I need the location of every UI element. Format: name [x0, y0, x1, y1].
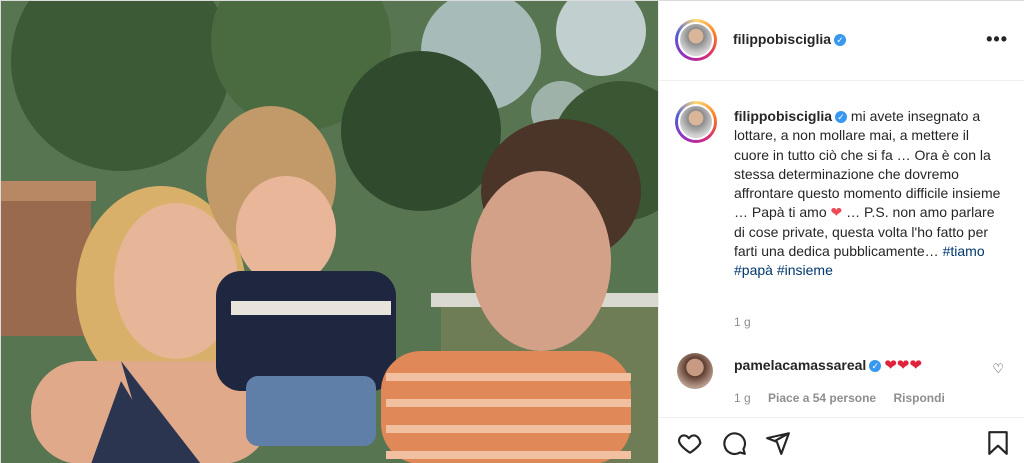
post-side-panel: filippobisciglia ✓ ••• filippobisciglia ✓ … [658, 1, 1024, 463]
comment-hearts: ❤❤❤ [884, 357, 923, 374]
caption-timestamp[interactable]: 1 g [734, 315, 751, 329]
author-line: filippobisciglia ✓ [733, 31, 847, 49]
author-username[interactable]: filippobisciglia [733, 31, 831, 47]
heart-outline-icon[interactable] [677, 430, 703, 456]
red-heart-icon: ❤ [830, 204, 843, 221]
avatar-image [678, 22, 714, 58]
post-container: filippobisciglia ✓ ••• filippobisciglia ✓ … [0, 0, 1024, 463]
comment-icon[interactable] [721, 430, 747, 456]
more-options-button[interactable]: ••• [986, 29, 1008, 50]
commenter-avatar[interactable] [677, 353, 713, 389]
comment-line: pamelacamassareal ✓ ❤❤❤ [734, 356, 922, 374]
comment-item: pamelacamassareal ✓ ❤❤❤ ♡ 1 g Piace a 54 p… [659, 351, 1024, 411]
post-header: filippobisciglia ✓ ••• [659, 1, 1024, 81]
caption-text: filippobisciglia ✓ mi avete insegnato a l… [734, 107, 1004, 281]
verified-badge-icon: ✓ [869, 360, 882, 372]
commenter-username[interactable]: pamelacamassareal [734, 357, 866, 373]
bookmark-icon[interactable] [985, 430, 1011, 456]
post-caption: filippobisciglia ✓ mi avete insegnato a l… [659, 97, 1024, 337]
hashtag-link[interactable]: #papà [734, 262, 773, 278]
hashtag-link[interactable]: #tiamo [943, 243, 985, 259]
hashtag-link[interactable]: #insieme [777, 262, 833, 278]
verified-badge-icon: ✓ [834, 34, 847, 46]
comment-timestamp[interactable]: 1 g [734, 391, 751, 405]
post-photo[interactable] [1, 1, 658, 463]
comment-like-icon[interactable]: ♡ [992, 361, 1004, 377]
author-avatar[interactable] [675, 19, 717, 61]
comment-likes-count[interactable]: Piace a 54 persone [768, 391, 876, 405]
caption-avatar[interactable] [675, 101, 717, 143]
avatar-image [678, 104, 714, 140]
verified-badge-icon: ✓ [835, 111, 848, 123]
caption-username[interactable]: filippobisciglia [734, 108, 832, 124]
action-bar [659, 417, 1024, 463]
photo-illustration [1, 1, 658, 463]
reply-button[interactable]: Rispondi [893, 391, 944, 405]
comment-meta: 1 g Piace a 54 persone Rispondi [734, 391, 959, 405]
share-icon[interactable] [765, 430, 791, 456]
